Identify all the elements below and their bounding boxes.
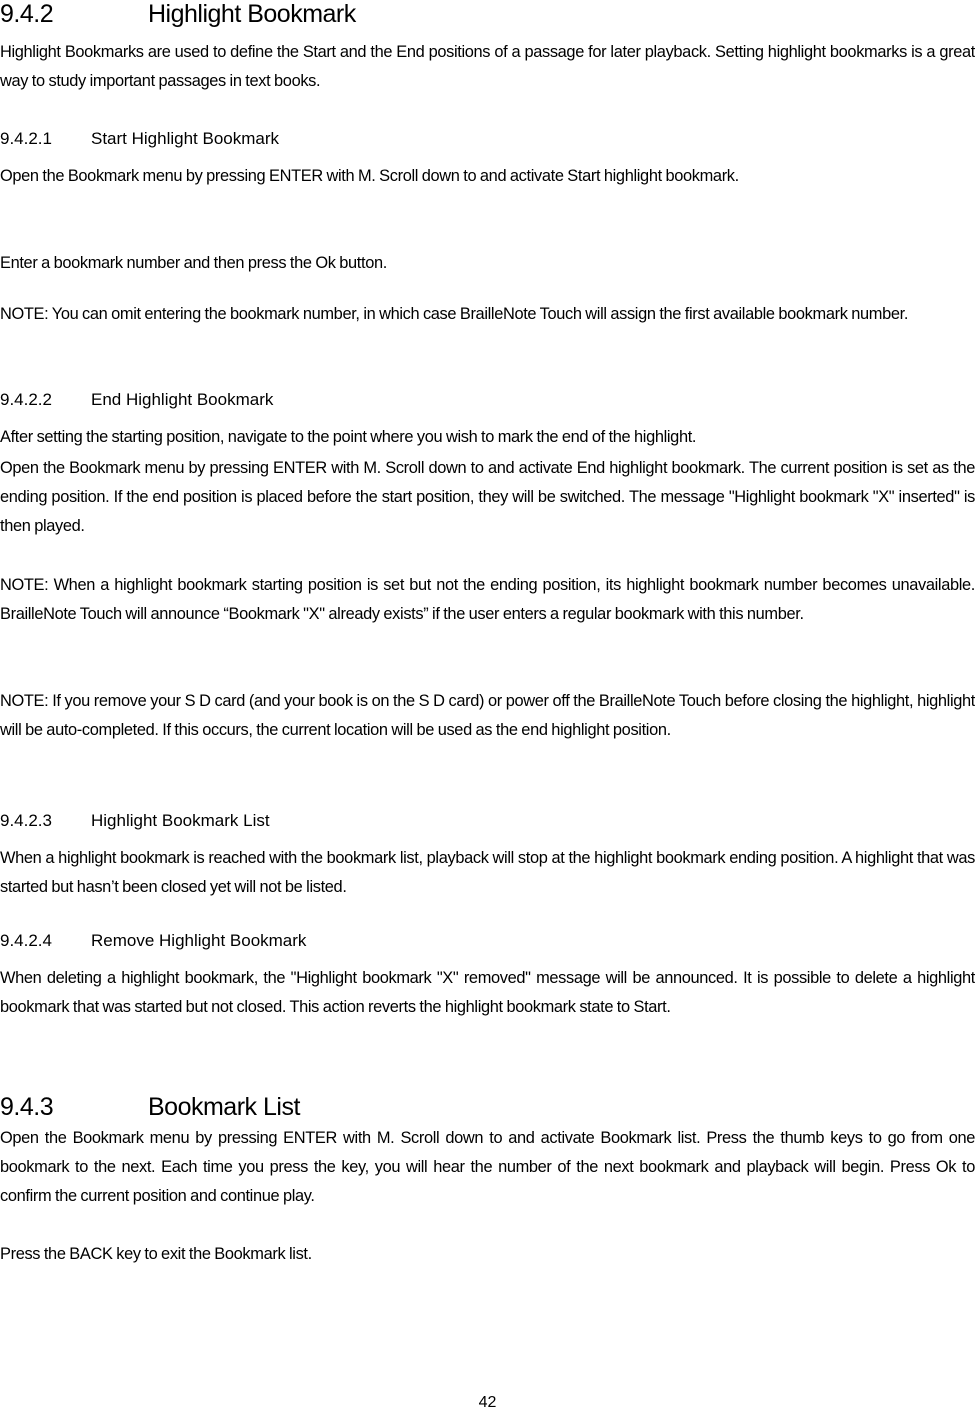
heading-number: 9.4.2.2 <box>0 390 52 409</box>
paragraph: When a highlight bookmark is reached wit… <box>0 849 975 896</box>
paragraph: Open the Bookmark menu by pressing ENTER… <box>0 167 739 185</box>
heading-9-4-2-3: 9.4.2.3 Highlight Bookmark List <box>0 810 270 832</box>
heading-title: Highlight Bookmark List <box>91 811 270 830</box>
page-number: 42 <box>478 1394 497 1411</box>
note-paragraph: NOTE: You can omit entering the bookmark… <box>0 305 909 323</box>
heading-title: End Highlight Bookmark <box>91 390 274 409</box>
heading-number: 9.4.2 <box>0 0 54 28</box>
heading-title: Remove Highlight Bookmark <box>91 931 307 950</box>
heading-title: Start Highlight Bookmark <box>91 129 280 148</box>
heading-9-4-2-4: 9.4.2.4 Remove Highlight Bookmark <box>0 930 306 952</box>
heading-9-4-2: 9.4.2 Highlight Bookmark <box>0 0 356 28</box>
paragraph: After setting the starting position, nav… <box>0 428 697 446</box>
heading-number: 9.4.2.3 <box>0 811 52 830</box>
note-paragraph: NOTE: If you remove your S D card (and y… <box>0 692 975 739</box>
note-paragraph: NOTE: When a highlight bookmark starting… <box>0 576 975 623</box>
paragraph: Open the Bookmark menu by pressing ENTER… <box>0 459 975 535</box>
heading-9-4-2-2: 9.4.2.2 End Highlight Bookmark <box>0 389 273 411</box>
heading-9-4-3: 9.4.3 Bookmark List <box>0 1093 300 1121</box>
paragraph: Enter a bookmark number and then press t… <box>0 254 387 272</box>
paragraph: Highlight Bookmarks are used to define t… <box>0 43 975 90</box>
heading-title: Bookmark List <box>148 1093 300 1121</box>
paragraph: When deleting a highlight bookmark, the … <box>0 969 975 1016</box>
heading-number: 9.4.2.1 <box>0 129 52 148</box>
heading-number: 9.4.3 <box>0 1093 54 1121</box>
heading-9-4-2-1: 9.4.2.1 Start Highlight Bookmark <box>0 128 279 150</box>
paragraph: Press the BACK key to exit the Bookmark … <box>0 1245 312 1263</box>
paragraph: Open the Bookmark menu by pressing ENTER… <box>0 1129 975 1205</box>
heading-number: 9.4.2.4 <box>0 931 52 950</box>
heading-title: Highlight Bookmark <box>148 0 356 28</box>
